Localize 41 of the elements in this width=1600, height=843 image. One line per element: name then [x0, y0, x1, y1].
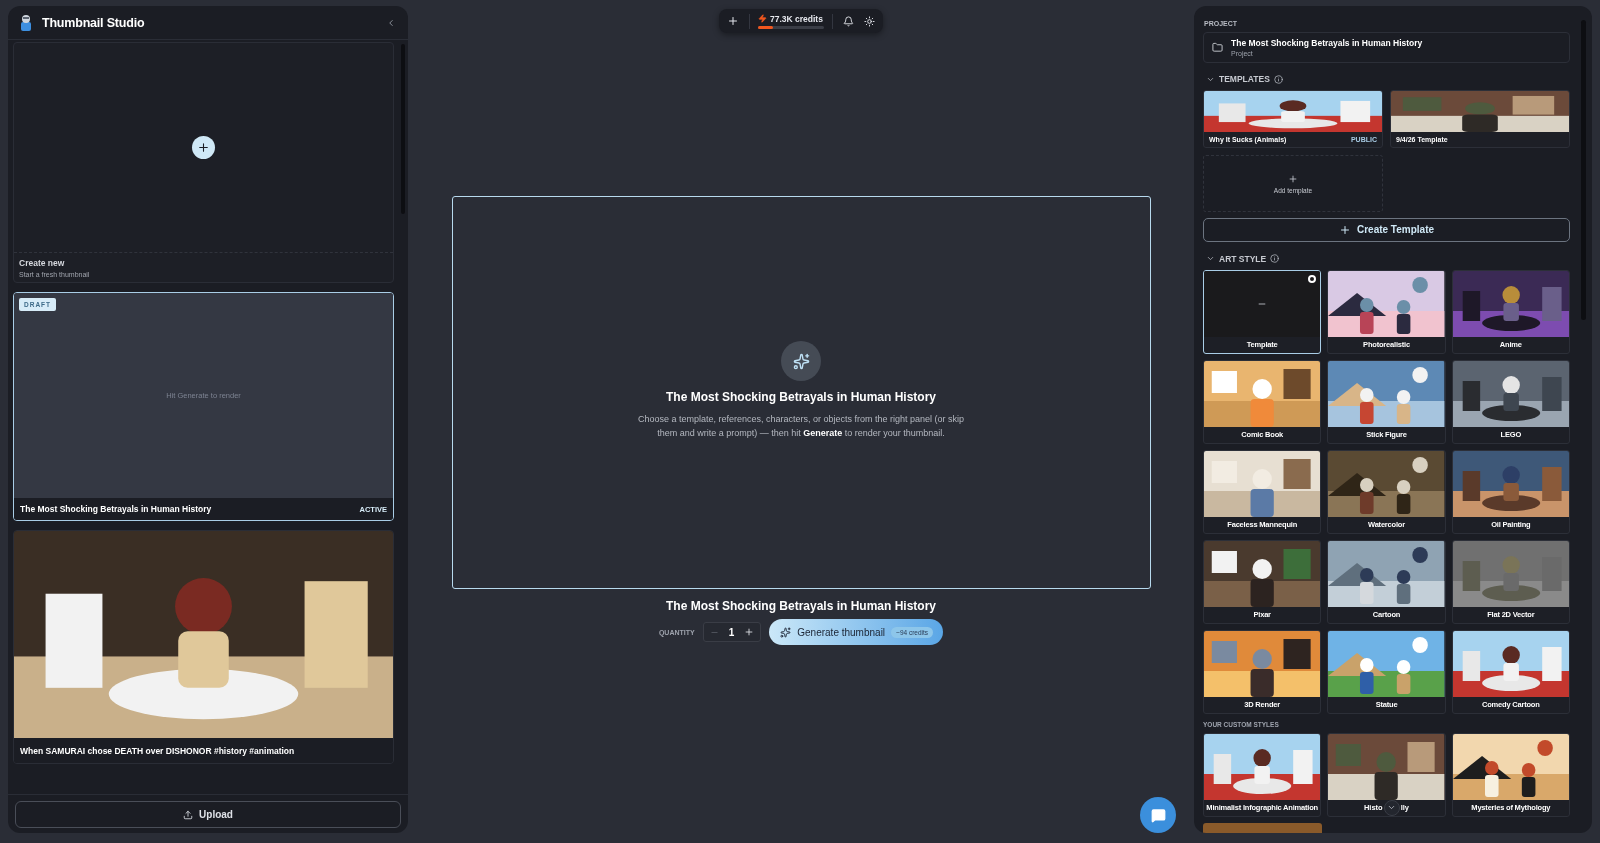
chat-button[interactable]: [1140, 797, 1176, 833]
radio-icon: [1308, 274, 1317, 283]
collapse-button[interactable]: [386, 17, 396, 28]
card-title: When SAMURAI chose DEATH over DISHONOR #history #animation: [20, 745, 295, 756]
plus-icon: [197, 141, 210, 154]
sun-icon: [864, 15, 875, 27]
bolt-icon: [758, 14, 767, 23]
thumbnail-title: The Most Shocking Betrayals in Human History: [665, 599, 937, 613]
sparkle-icon: [780, 626, 792, 638]
chevron-left-icon: [386, 17, 396, 28]
plus-icon: [727, 15, 739, 27]
theme-button[interactable]: [864, 15, 875, 27]
upload-button[interactable]: Upload: [15, 801, 401, 828]
info-icon: [1273, 74, 1283, 84]
card-title: Create new: [19, 258, 66, 268]
add-button[interactable]: [727, 15, 739, 27]
canvas-title: The Most Shocking Betrayals in Human History: [665, 390, 937, 404]
folder-icon: [1212, 42, 1223, 53]
plus-icon: [1288, 173, 1298, 184]
quantity-value: 1: [728, 626, 735, 638]
upload-icon: [183, 809, 194, 820]
bell-icon: [843, 15, 854, 27]
canvas-hint: Choose a template, references, characters, or objects from the right panel (or skip them and write a prompt) — then hit Generate to render your thumbnail.: [636, 413, 966, 440]
card-title: The Most Shocking Betrayals in Human History: [20, 504, 212, 514]
plus-icon: [744, 627, 755, 637]
info-icon: [1270, 254, 1280, 264]
create-template-button[interactable]: Create Template: [1203, 218, 1570, 242]
thumbnail-card[interactable]: When SAMURAI chose DEATH over DISHONOR #history #animation: [13, 530, 394, 764]
credits-meter: [758, 25, 824, 29]
sparkle-icon: [792, 352, 810, 370]
project-name: The Most Shocking Betrayals in Human History: [1231, 38, 1423, 48]
templates-toggle[interactable]: TEMPLATES: [1206, 74, 1570, 84]
credits-label: 77.3K credits: [770, 13, 823, 24]
art-style-toggle[interactable]: ART STYLE: [1206, 253, 1570, 264]
logo-icon: [20, 14, 32, 31]
chat-icon: [1150, 807, 1166, 823]
add-button[interactable]: [192, 136, 215, 159]
increment-button[interactable]: [744, 627, 755, 637]
app-title: Thumbnail Studio: [42, 15, 146, 30]
notifications-button[interactable]: [843, 15, 854, 27]
plus-icon: [1338, 223, 1351, 236]
